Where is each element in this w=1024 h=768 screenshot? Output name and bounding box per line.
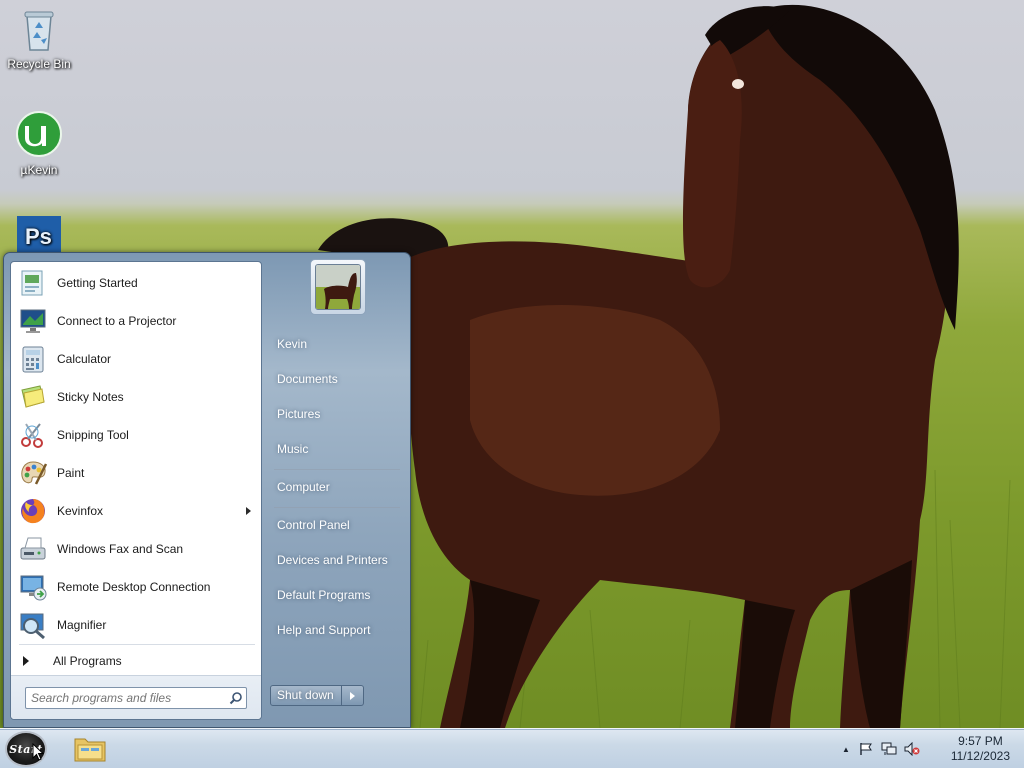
recycle-bin-icon [0,8,78,55]
program-list: Getting Started Connect to a Projector C… [11,264,261,644]
clock-time: 9:57 PM [958,734,1003,748]
calculator-icon [15,343,51,375]
places-item-default-programs[interactable]: Default Programs [270,580,404,610]
program-label: Getting Started [57,276,138,290]
taskbar-explorer-button[interactable] [66,731,114,767]
start-menu-places-pane: Kevin Documents Pictures Music Computer … [266,253,410,727]
shutdown-button[interactable]: Shut down [270,685,342,706]
places-item-control-panel[interactable]: Control Panel [270,510,404,540]
shutdown-group: Shut down [270,685,364,706]
search-box[interactable] [25,687,247,709]
search-input[interactable] [26,689,226,707]
volume-muted-icon[interactable] [902,741,922,757]
places-separator [274,507,400,508]
places-item-pictures[interactable]: Pictures [270,399,404,429]
program-item-paint[interactable]: Paint [11,454,261,492]
search-area [11,675,261,719]
program-label: Calculator [57,352,112,366]
places-separator [274,469,400,470]
taskbar-clock[interactable]: 9:57 PM 11/12/2023 [951,734,1010,764]
scissors-icon [15,419,51,451]
program-label: Sticky Notes [57,390,124,404]
taskbar: Start ▲ 9:57 PM 11/12/2023 [0,728,1024,768]
magnifier-icon [15,609,51,641]
fax-icon [15,533,51,565]
arrow-right-icon [23,656,29,666]
mouse-cursor-icon [32,742,45,764]
getting-started-icon [15,267,51,299]
places-item-computer[interactable]: Computer [270,472,404,502]
desktop-icon-recycle-bin[interactable]: Recycle Bin [0,8,78,71]
program-label: Connect to a Projector [57,314,177,328]
program-item-kevinfox[interactable]: Kevinfox [11,492,261,530]
submenu-arrow-icon[interactable] [246,507,251,515]
program-label: Snipping Tool [57,428,129,442]
clock-date: 11/12/2023 [950,749,1010,763]
sticky-notes-icon [15,381,51,413]
desktop-icon-label: Recycle Bin [7,57,71,71]
search-icon[interactable] [226,691,246,705]
network-icon[interactable] [879,741,899,757]
program-label: Paint [57,466,85,480]
program-item-snipping-tool[interactable]: Snipping Tool [11,416,261,454]
start-menu-programs-pane: Getting Started Connect to a Projector C… [10,261,262,720]
show-hidden-icons-arrow[interactable]: ▲ [842,745,850,754]
remote-desktop-icon [15,571,51,603]
program-label: Magnifier [57,618,107,632]
program-item-windows-fax-and-scan[interactable]: Windows Fax and Scan [11,530,261,568]
places-item-music[interactable]: Music [270,434,404,464]
desktop-icon-utorrent[interactable]: µKevin [0,110,78,177]
firefox-icon [15,495,51,527]
start-menu: Getting Started Connect to a Projector C… [3,252,411,728]
user-picture[interactable] [310,259,366,315]
divider [19,644,255,645]
program-item-sticky-notes[interactable]: Sticky Notes [11,378,261,416]
desktop-icon-label: µKevin [20,163,58,177]
places-item-help-and-support[interactable]: Help and Support [270,615,404,645]
folder-icon [73,733,107,766]
shutdown-options-button[interactable] [342,685,364,706]
all-programs-button[interactable]: All Programs [19,650,255,672]
projector-icon [15,305,51,337]
svg-text:Ps: Ps [25,224,52,249]
paint-palette-icon [15,457,51,489]
program-label: Remote Desktop Connection [57,580,211,594]
utorrent-icon [0,110,78,161]
program-item-remote-desktop[interactable]: Remote Desktop Connection [11,568,261,606]
action-center-flag-icon[interactable] [856,741,876,757]
places-item-devices-and-printers[interactable]: Devices and Printers [270,545,404,575]
places-item-kevin[interactable]: Kevin [270,329,404,359]
program-item-calculator[interactable]: Calculator [11,340,261,378]
arrow-right-icon [350,691,355,700]
user-avatar [315,264,361,310]
program-label: Kevinfox [57,504,104,518]
all-programs-label: All Programs [53,654,122,668]
program-item-connect-to-projector[interactable]: Connect to a Projector [11,302,261,340]
program-item-getting-started[interactable]: Getting Started [11,264,261,302]
photoshop-icon: Ps [0,214,78,257]
program-item-magnifier[interactable]: Magnifier [11,606,261,644]
program-label: Windows Fax and Scan [57,542,184,556]
places-item-documents[interactable]: Documents [270,364,404,394]
